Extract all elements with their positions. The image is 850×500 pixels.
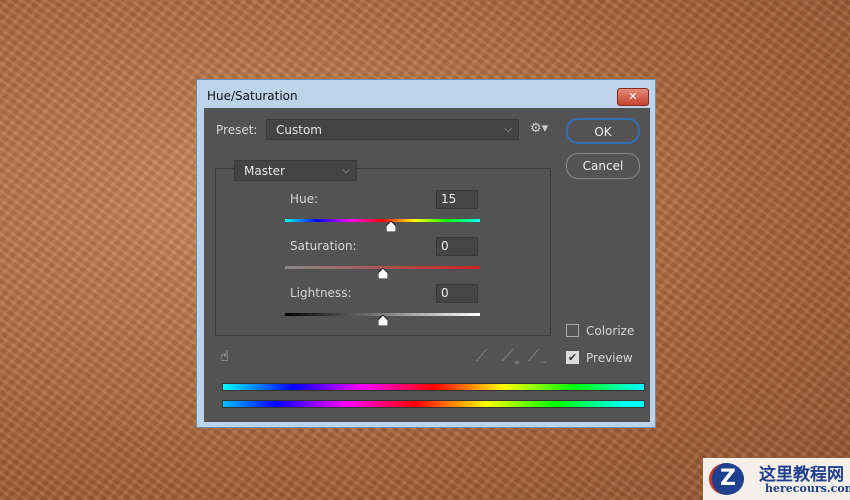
- preview-label: Preview: [586, 351, 633, 365]
- hue-slider-track[interactable]: [285, 219, 480, 222]
- adjustment-group: [215, 168, 551, 336]
- preset-label: Preset:: [216, 123, 258, 137]
- eyedropper-minus-icon[interactable]: ⟋−: [528, 346, 547, 368]
- hue-saturation-dialog: Hue/Saturation ✕ Preset: Custom ⌵ ⚙▾ OK C…: [196, 79, 656, 428]
- preview-checkbox[interactable]: ✔: [566, 351, 579, 364]
- logo-icon: Z: [709, 463, 744, 495]
- saturation-label: Saturation:: [290, 239, 357, 253]
- lightness-input[interactable]: 0: [436, 284, 478, 303]
- hand-adjust-tool-icon[interactable]: ☝: [220, 347, 229, 365]
- close-button[interactable]: ✕: [617, 88, 649, 106]
- eyedropper-plus-icon[interactable]: ⟋+: [502, 346, 521, 368]
- hue-label: Hue:: [290, 192, 319, 206]
- preset-select[interactable]: Custom ⌵: [266, 119, 519, 140]
- gear-icon[interactable]: ⚙▾: [530, 121, 548, 136]
- chevron-down-icon: ⌵: [342, 165, 350, 176]
- dialog-title: Hue/Saturation: [207, 89, 298, 103]
- chevron-down-icon: ⌵: [504, 124, 512, 135]
- hue-input[interactable]: 15: [436, 190, 478, 209]
- colorize-checkbox[interactable]: [566, 324, 579, 337]
- lightness-label: Lightness:: [290, 286, 352, 300]
- ok-button[interactable]: OK: [566, 118, 640, 144]
- colorize-label: Colorize: [586, 324, 635, 338]
- saturation-input[interactable]: 0: [436, 237, 478, 256]
- watermark-url: herecours.com: [765, 482, 850, 495]
- input-color-bar: [222, 383, 645, 391]
- saturation-slider-thumb[interactable]: [377, 267, 388, 280]
- cancel-button[interactable]: Cancel: [566, 153, 640, 179]
- output-color-bar: [222, 400, 645, 408]
- hue-slider-thumb[interactable]: [385, 220, 397, 233]
- dialog-body: Preset: Custom ⌵ ⚙▾ OK Cancel Master ⌵ Hue…: [204, 108, 650, 422]
- lightness-slider-thumb[interactable]: [377, 314, 388, 327]
- channel-select[interactable]: Master ⌵: [234, 160, 357, 181]
- channel-value: Master: [244, 164, 285, 178]
- eyedropper-icon[interactable]: ⟋: [476, 346, 487, 366]
- preset-value: Custom: [276, 123, 322, 137]
- watermark-logo: Z 这里教程网 herecours.com: [703, 458, 850, 500]
